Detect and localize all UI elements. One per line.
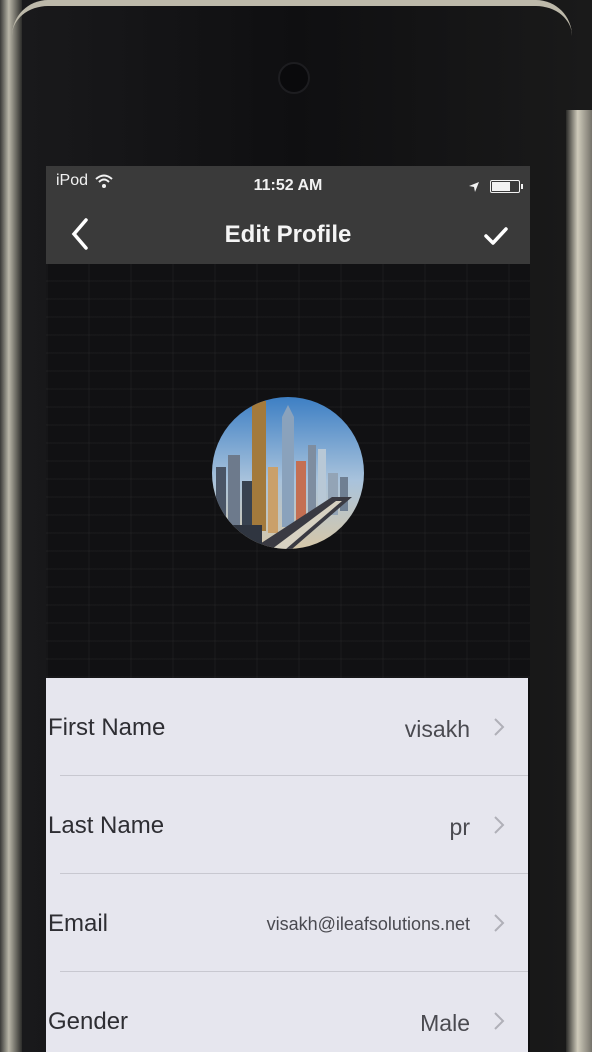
- save-button[interactable]: [480, 222, 512, 250]
- chevron-right-icon: [494, 1012, 505, 1030]
- profile-avatar[interactable]: [212, 397, 364, 549]
- last-name-label: Last Name: [48, 812, 165, 839]
- email-row[interactable]: Email visakh@ileafsolutions.net: [46, 874, 528, 972]
- status-bar: iPod 11:52 AM: [46, 166, 530, 206]
- first-name-label: First Name: [48, 714, 166, 741]
- screen: iPod 11:52 AM Edit Profile First Name vi…: [46, 166, 530, 1052]
- profile-form: First Name visakh Last Name pr Email vis…: [46, 678, 528, 1052]
- chevron-right-icon: [494, 914, 505, 932]
- profile-header-background: [46, 264, 530, 678]
- device-bezel-left: [0, 0, 22, 1052]
- device-bezel-top: [12, 0, 572, 36]
- chevron-right-icon: [494, 816, 505, 834]
- page-title: Edit Profile: [224, 221, 352, 248]
- gender-value: Male: [420, 1010, 470, 1036]
- city-skyline-photo: [212, 397, 364, 549]
- checkmark-icon: [484, 227, 508, 245]
- navigation-bar: Edit Profile: [46, 206, 530, 264]
- device-bezel-right: [566, 110, 592, 1052]
- status-time: 11:52 AM: [253, 177, 323, 194]
- chevron-right-icon: [494, 718, 505, 736]
- first-name-value: visakh: [404, 716, 470, 742]
- location-arrow-icon: [469, 181, 479, 192]
- email-value: visakh@ileafsolutions.net: [266, 914, 470, 934]
- status-right: [468, 180, 523, 193]
- last-name-row[interactable]: Last Name pr: [46, 776, 528, 874]
- first-name-row[interactable]: First Name visakh: [46, 678, 528, 776]
- front-camera: [278, 62, 310, 94]
- gender-label: Gender: [48, 1008, 129, 1035]
- email-label: Email: [48, 910, 109, 937]
- device-frame: iPod 11:52 AM Edit Profile First Name vi…: [0, 0, 592, 1052]
- last-name-value: pr: [449, 814, 470, 840]
- battery-icon: [490, 180, 523, 193]
- gender-row[interactable]: Gender Male: [46, 972, 528, 1052]
